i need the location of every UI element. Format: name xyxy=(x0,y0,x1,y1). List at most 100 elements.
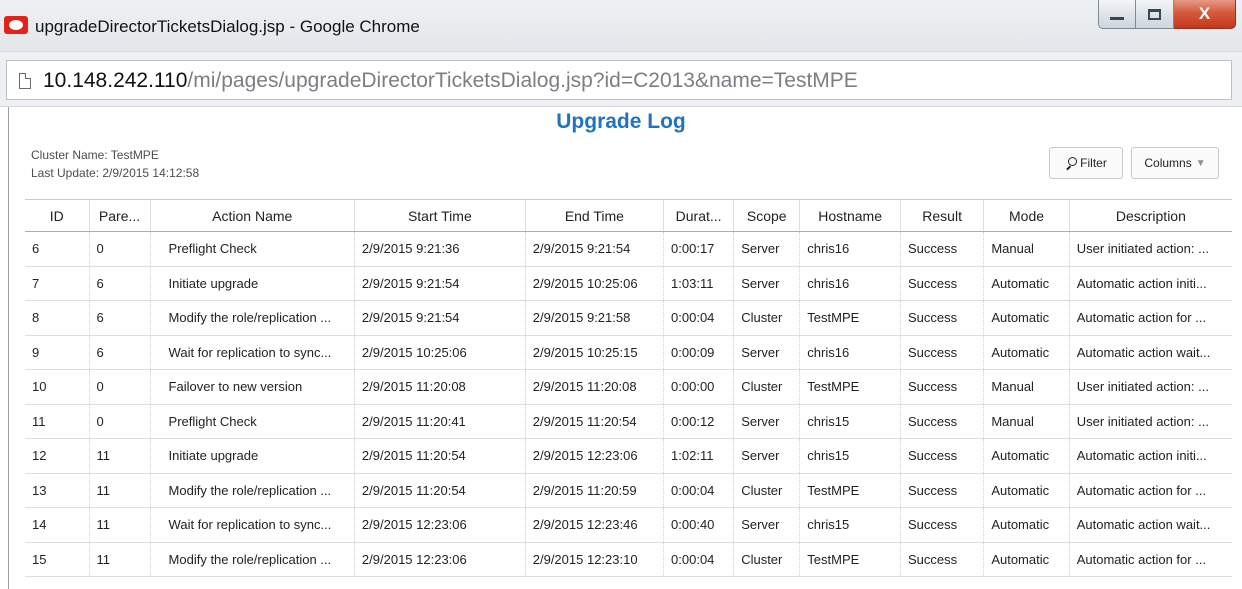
cell-result: Success xyxy=(899,300,984,336)
upgrade-log-table: ID Pare... Action Name Start Time End Time Du… xyxy=(25,199,1232,577)
cell-mode: Manual xyxy=(983,404,1070,439)
cell-description: Automatic action for ... xyxy=(1068,300,1232,336)
column-header-scope[interactable]: Scope xyxy=(733,199,800,232)
cell-parent: 11 xyxy=(88,542,151,577)
cell-description: Automatic action wait... xyxy=(1068,335,1232,370)
cell-end-time: 2/9/2015 10:25:06 xyxy=(524,266,664,301)
maximize-button[interactable] xyxy=(1136,0,1174,29)
cell-duration: 1:03:11 xyxy=(663,266,734,301)
column-header-duration[interactable]: Durat... xyxy=(663,199,734,232)
table-row[interactable]: 9 6 Wait for replication to sync... 2/9/201… xyxy=(25,335,1232,370)
cell-start-time: 2/9/2015 11:20:08 xyxy=(353,369,526,405)
page-icon xyxy=(19,73,31,89)
cell-end-time: 2/9/2015 9:21:54 xyxy=(524,231,664,267)
close-button[interactable]: X xyxy=(1174,0,1236,29)
column-header-id[interactable]: ID xyxy=(25,199,90,232)
cell-parent: 11 xyxy=(88,507,151,543)
cell-id: 13 xyxy=(25,473,90,508)
table-row[interactable]: 13 11 Modify the role/replication ... 2/9/2… xyxy=(25,473,1232,508)
cell-id: 12 xyxy=(25,438,90,474)
cell-end-time: 2/9/2015 11:20:59 xyxy=(524,473,664,508)
table-row[interactable]: 6 0 Preflight Check 2/9/2015 9:21:36 2/9/201… xyxy=(25,231,1232,267)
table-row[interactable]: 12 11 Initiate upgrade 2/9/2015 11:20:54 2/9… xyxy=(25,438,1232,474)
cell-end-time: 2/9/2015 9:21:58 xyxy=(524,300,664,336)
window-controls: X xyxy=(1098,0,1236,32)
columns-label: Columns xyxy=(1144,156,1192,170)
cell-parent: 0 xyxy=(88,404,151,439)
window-titlebar[interactable]: upgradeDirectorTicketsDialog.jsp - Googl… xyxy=(0,0,1242,52)
cell-start-time: 2/9/2015 9:21:54 xyxy=(353,266,526,301)
cell-end-time: 2/9/2015 11:20:54 xyxy=(524,404,664,439)
cell-mode: Automatic xyxy=(983,542,1070,577)
column-header-end-time[interactable]: End Time xyxy=(524,199,664,232)
cell-hostname: TestMPE xyxy=(799,369,901,405)
cell-hostname: chris16 xyxy=(799,231,901,267)
cell-mode: Automatic xyxy=(983,507,1070,543)
columns-button[interactable]: Columns ▼ xyxy=(1131,147,1219,179)
cell-duration: 0:00:00 xyxy=(663,369,734,405)
cell-end-time: 2/9/2015 11:20:08 xyxy=(524,369,664,405)
column-header-start-time[interactable]: Start Time xyxy=(353,199,526,232)
cell-action-name: Modify the role/replication ... xyxy=(149,300,355,336)
cell-start-time: 2/9/2015 9:21:54 xyxy=(353,300,526,336)
column-header-mode[interactable]: Mode xyxy=(983,199,1070,232)
cell-scope: Cluster xyxy=(733,473,800,508)
cell-action-name: Wait for replication to sync... xyxy=(149,507,355,543)
cell-mode: Automatic xyxy=(983,473,1070,508)
cell-action-name: Failover to new version xyxy=(149,369,355,405)
cell-duration: 0:00:04 xyxy=(663,473,734,508)
cluster-name: Cluster Name: TestMPE xyxy=(31,148,159,162)
cell-scope: Cluster xyxy=(733,542,800,577)
close-icon: X xyxy=(1198,4,1211,23)
dialog-content: Upgrade Log Cluster Name: TestMPE Last U… xyxy=(0,107,1242,589)
url-text: 10.148.242.110/mi/pages/upgradeDirectorT… xyxy=(43,69,858,93)
cell-scope: Server xyxy=(733,266,800,301)
cell-start-time: 2/9/2015 11:20:41 xyxy=(353,404,526,439)
cell-id: 15 xyxy=(25,542,90,577)
cell-id: 7 xyxy=(25,266,90,301)
column-header-result[interactable]: Result xyxy=(899,199,984,232)
cell-start-time: 2/9/2015 11:20:54 xyxy=(353,473,526,508)
cell-scope: Server xyxy=(733,404,800,439)
cell-action-name: Modify the role/replication ... xyxy=(149,473,355,508)
filter-button[interactable]: Filter xyxy=(1049,147,1123,179)
cell-scope: Server xyxy=(733,507,800,543)
table-row[interactable]: 14 11 Wait for replication to sync... 2/9/2… xyxy=(25,507,1232,543)
column-header-hostname[interactable]: Hostname xyxy=(799,199,901,232)
cell-start-time: 2/9/2015 11:20:54 xyxy=(353,438,526,474)
cell-scope: Cluster xyxy=(733,300,800,336)
cell-start-time: 2/9/2015 9:21:36 xyxy=(353,231,526,267)
cell-description: Automatic action wait... xyxy=(1068,507,1232,543)
cell-start-time: 2/9/2015 12:23:06 xyxy=(353,542,526,577)
minimize-button[interactable] xyxy=(1098,0,1136,29)
cell-description: User initiated action: ... xyxy=(1068,404,1232,439)
cell-description: Automatic action initi... xyxy=(1068,266,1232,301)
app-icon xyxy=(4,16,28,34)
column-header-parent[interactable]: Pare... xyxy=(88,199,151,232)
cell-id: 6 xyxy=(25,231,90,267)
column-header-action-name[interactable]: Action Name xyxy=(149,199,355,232)
table-row[interactable]: 11 0 Preflight Check 2/9/2015 11:20:41 2/9/2… xyxy=(25,404,1232,439)
cell-result: Success xyxy=(899,438,984,474)
cell-hostname: chris15 xyxy=(799,438,901,474)
cell-description: Automatic action initi... xyxy=(1068,438,1232,474)
table-row[interactable]: 7 6 Initiate upgrade 2/9/2015 9:21:54 2/9/20… xyxy=(25,266,1232,301)
cell-mode: Automatic xyxy=(983,300,1070,336)
url-field[interactable]: 10.148.242.110/mi/pages/upgradeDirectorT… xyxy=(6,60,1232,100)
cell-description: Automatic action for ... xyxy=(1068,542,1232,577)
cell-mode: Automatic xyxy=(983,335,1070,370)
cell-result: Success xyxy=(899,266,984,301)
table-row[interactable]: 8 6 Modify the role/replication ... 2/9/201… xyxy=(25,300,1232,336)
cell-description: Automatic action for ... xyxy=(1068,473,1232,508)
cell-duration: 0:00:17 xyxy=(663,231,734,267)
chevron-down-icon: ▼ xyxy=(1195,157,1206,169)
cell-id: 10 xyxy=(25,369,90,405)
cell-mode: Automatic xyxy=(983,438,1070,474)
cell-mode: Automatic xyxy=(983,266,1070,301)
cell-result: Success xyxy=(899,369,984,405)
table-row[interactable]: 10 0 Failover to new version 2/9/2015 11:20… xyxy=(25,369,1232,405)
cell-action-name: Preflight Check xyxy=(149,231,355,267)
table-row[interactable]: 15 11 Modify the role/replication ... 2/9/2… xyxy=(25,542,1232,577)
cell-action-name: Modify the role/replication ... xyxy=(149,542,355,577)
column-header-description[interactable]: Description xyxy=(1068,199,1232,232)
